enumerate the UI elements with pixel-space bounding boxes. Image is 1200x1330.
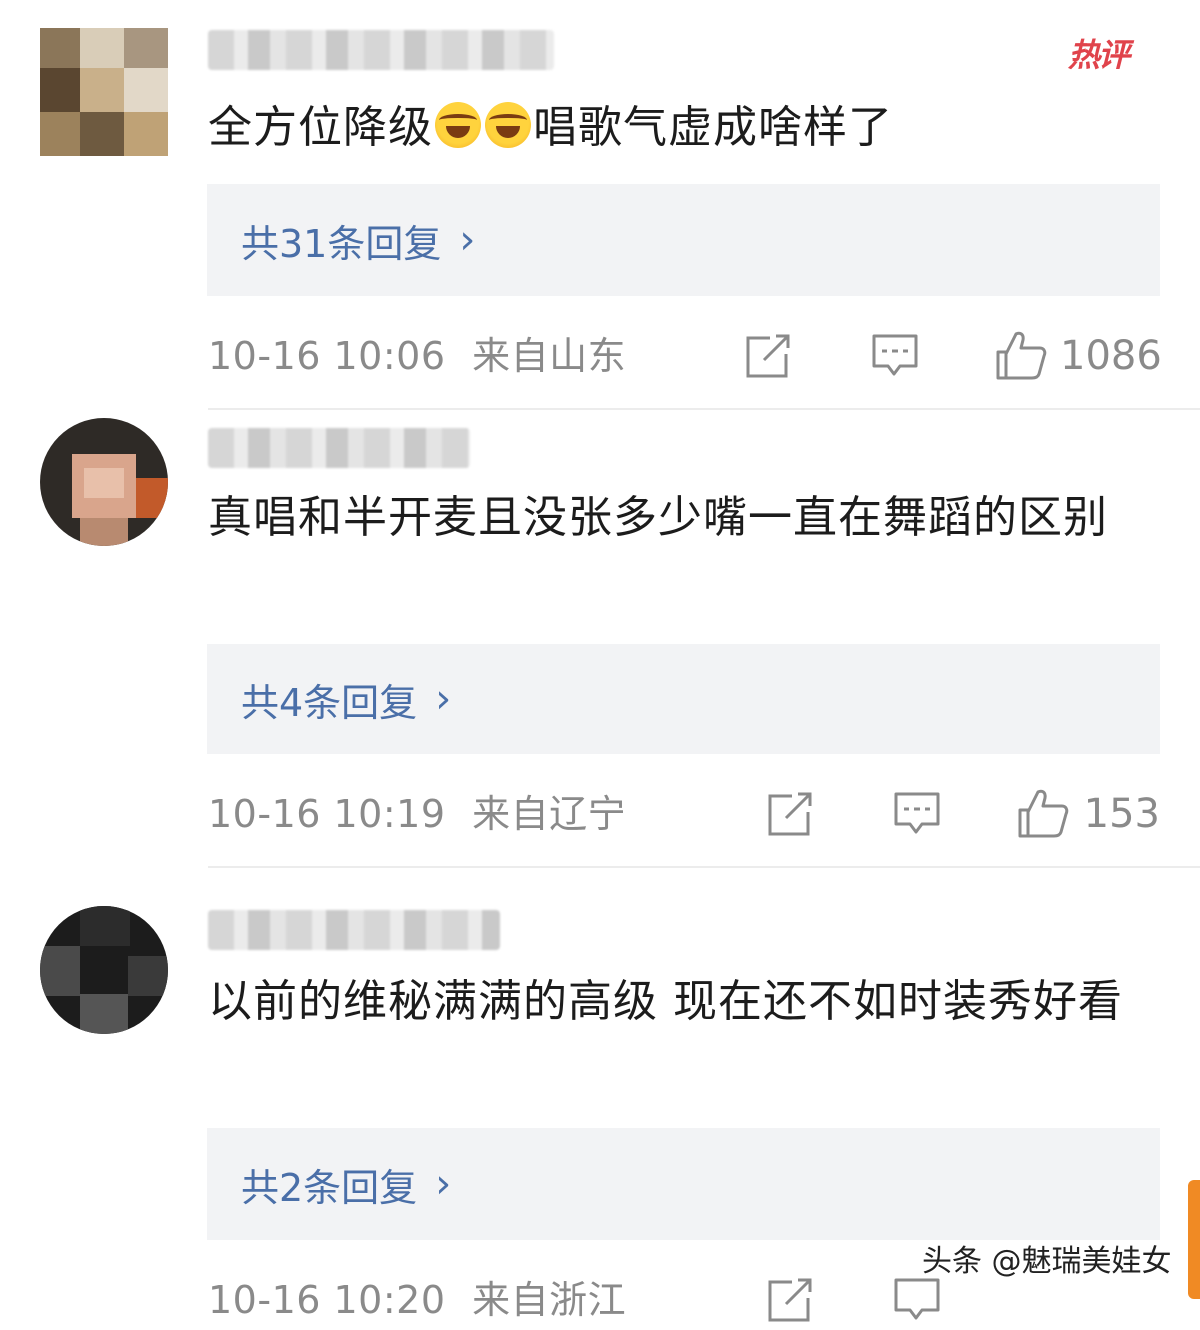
hot-comment-badge: 热评 — [1068, 36, 1130, 74]
comment-meta: 10-16 10:20 来自浙江 — [208, 1270, 626, 1330]
comment-text: 以前的维秘满满的高级 现在还不如时装秀好看 — [208, 976, 1123, 1027]
replies-label: 共4条回复 — [241, 680, 418, 725]
comment-icon[interactable] — [870, 330, 920, 380]
replies-label: 共2条回复 — [241, 1165, 418, 1210]
timestamp: 10-16 10:20 — [208, 1278, 446, 1322]
username-blurred[interactable] — [208, 910, 500, 950]
location: 来自浙江 — [472, 1278, 627, 1322]
share-icon[interactable] — [744, 330, 794, 380]
comment-divider — [208, 408, 1200, 410]
timestamp: 10-16 10:19 — [208, 792, 446, 836]
avatar[interactable] — [40, 906, 168, 1034]
like-count: 1086 — [1060, 333, 1162, 379]
like-icon[interactable] — [1016, 786, 1070, 840]
share-icon[interactable] — [766, 788, 816, 838]
chevron-right-icon: › — [435, 676, 452, 722]
avatar[interactable] — [40, 28, 168, 156]
username-blurred[interactable] — [208, 428, 470, 468]
comment-icon[interactable] — [892, 788, 942, 838]
username-blurred[interactable] — [208, 30, 554, 70]
comment-icon[interactable] — [892, 1274, 942, 1324]
comment-meta: 10-16 10:06 来自山东 — [208, 326, 626, 386]
comment-divider — [208, 866, 1200, 868]
like-count: 153 — [1083, 791, 1160, 837]
laugh-cry-emoji-icon — [485, 102, 531, 148]
location: 来自山东 — [472, 334, 627, 378]
like-icon[interactable] — [994, 328, 1048, 382]
location: 来自辽宁 — [472, 792, 627, 836]
chevron-right-icon: › — [435, 1161, 452, 1207]
comment-text: 全方位降级 唱歌气虚成啥样了 — [208, 102, 893, 153]
replies-label: 共31条回复 — [241, 221, 442, 266]
comment-meta: 10-16 10:19 来自辽宁 — [208, 784, 626, 844]
share-icon[interactable] — [766, 1274, 816, 1324]
chevron-right-icon: › — [459, 217, 476, 263]
laugh-cry-emoji-icon — [435, 102, 481, 148]
comment-text: 真唱和半开麦且没张多少嘴一直在舞蹈的区别 — [208, 492, 1108, 543]
watermark: 头条 @魅瑞美娃女 — [922, 1244, 1172, 1279]
view-replies-button[interactable]: 共4条回复 › — [207, 644, 1160, 754]
avatar[interactable] — [40, 418, 168, 546]
view-replies-button[interactable]: 共31条回复 › — [207, 184, 1160, 296]
timestamp: 10-16 10:06 — [208, 334, 446, 378]
scrollbar[interactable] — [1188, 1180, 1200, 1299]
view-replies-button[interactable]: 共2条回复 › — [207, 1128, 1160, 1240]
